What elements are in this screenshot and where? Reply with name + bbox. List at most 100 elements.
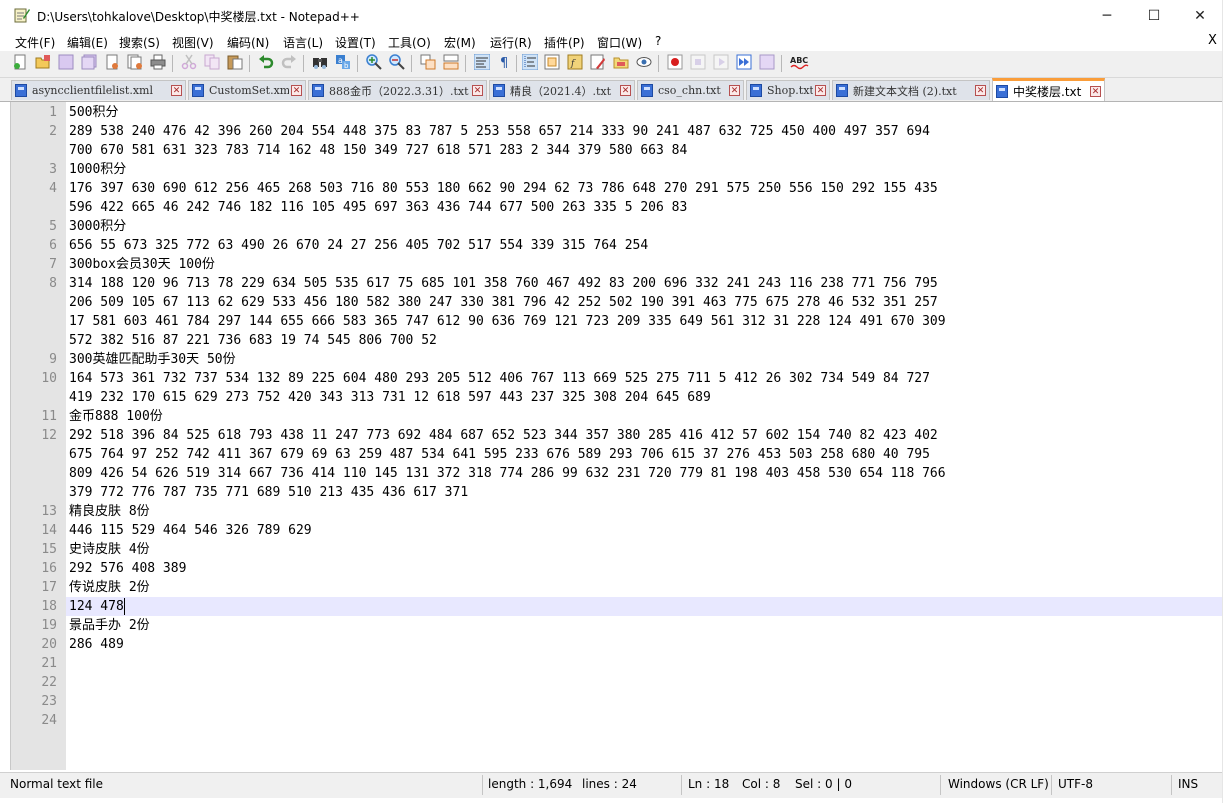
save-macro-icon[interactable] <box>759 54 775 70</box>
word-wrap-icon[interactable] <box>474 54 490 70</box>
text-line[interactable]: 289 538 240 476 42 396 260 204 554 448 3… <box>69 122 930 141</box>
menu-view[interactable]: 视图(V) <box>172 34 214 51</box>
menu-tools[interactable]: 工具(O) <box>388 34 431 51</box>
text-line[interactable]: 景品手办 2份 <box>69 616 150 635</box>
line-number[interactable]: 5 <box>12 217 57 236</box>
spell-check-icon[interactable]: ABC <box>789 54 809 70</box>
line-number[interactable]: 15 <box>12 540 57 559</box>
open-file-icon[interactable] <box>35 54 51 70</box>
menu-language[interactable]: 语言(L) <box>283 34 323 51</box>
maximize-button[interactable]: ☐ <box>1131 0 1177 31</box>
line-number[interactable]: 20 <box>12 635 57 654</box>
replace-icon[interactable]: ab <box>335 54 351 70</box>
text-line[interactable]: 500积分 <box>69 103 118 122</box>
play-macro-icon[interactable] <box>713 54 729 70</box>
minimize-button[interactable]: ─ <box>1084 0 1130 31</box>
line-number[interactable]: 3 <box>12 160 57 179</box>
text-line[interactable]: 164 573 361 732 737 534 132 89 225 604 4… <box>69 369 930 388</box>
line-number[interactable]: 14 <box>12 521 57 540</box>
line-number[interactable]: 4 <box>12 179 57 198</box>
menu-settings[interactable]: 设置(T) <box>335 34 376 51</box>
text-line[interactable]: 446 115 529 464 546 326 789 629 <box>69 521 312 540</box>
line-number[interactable]: 11 <box>12 407 57 426</box>
menu-edit[interactable]: 编辑(E) <box>67 34 108 51</box>
tab-zhongjiang-louceng[interactable]: 中奖楼层.txt ✕ <box>992 78 1105 101</box>
text-line[interactable]: 精良皮肤 8份 <box>69 502 150 521</box>
text-line[interactable]: 292 576 408 389 <box>69 559 186 578</box>
sync-vertical-icon[interactable] <box>420 54 436 70</box>
line-number[interactable]: 21 <box>12 654 57 673</box>
paste-icon[interactable] <box>227 54 243 70</box>
text-line[interactable]: 176 397 630 690 612 256 465 268 503 716 … <box>69 179 938 198</box>
text-line[interactable]: 314 188 120 96 713 78 229 634 505 535 61… <box>69 274 938 293</box>
menu-window[interactable]: 窗口(W) <box>597 34 642 51</box>
line-number[interactable]: 18 <box>12 597 57 616</box>
monitor-icon[interactable] <box>636 54 652 70</box>
record-macro-icon[interactable] <box>667 54 683 70</box>
text-line[interactable]: 300英雄匹配助手30天 50份 <box>69 350 236 369</box>
text-line-wrapped[interactable]: 675 764 97 252 742 411 367 679 69 63 259… <box>69 445 930 464</box>
text-line-wrapped[interactable]: 379 772 776 787 735 771 689 510 213 435 … <box>69 483 468 502</box>
line-number[interactable]: 12 <box>12 426 57 445</box>
stop-record-icon[interactable] <box>690 54 706 70</box>
text-line[interactable]: 124 478 <box>69 597 124 616</box>
text-line[interactable]: 292 518 396 84 525 618 793 438 11 247 77… <box>69 426 938 445</box>
text-line[interactable]: 金币888 100份 <box>69 407 163 426</box>
tab-cso-chn[interactable]: cso_chn.txt ✕ <box>637 80 744 100</box>
text-line[interactable]: 3000积分 <box>69 217 126 236</box>
line-number[interactable]: 17 <box>12 578 57 597</box>
status-encoding[interactable]: UTF-8 <box>1058 777 1093 791</box>
tab-customset[interactable]: CustomSet.xml ✕ <box>188 80 306 100</box>
tab-close-icon[interactable]: ✕ <box>1090 85 1101 97</box>
status-insert-mode[interactable]: INS <box>1178 777 1198 791</box>
text-line-wrapped[interactable]: 596 422 665 46 242 746 182 116 105 495 6… <box>69 198 687 217</box>
text-line-wrapped[interactable]: 206 509 105 67 113 62 629 533 456 180 58… <box>69 293 938 312</box>
tab-close-icon[interactable]: ✕ <box>291 85 302 96</box>
tab-close-icon[interactable]: ✕ <box>620 85 631 96</box>
line-number[interactable]: 6 <box>12 236 57 255</box>
redo-icon[interactable] <box>281 54 297 70</box>
zoom-out-icon[interactable] <box>389 54 405 70</box>
text-area[interactable]: 500积分 289 538 240 476 42 396 260 204 554 … <box>66 102 1223 770</box>
tab-jingliang[interactable]: 精良（2021.4）.txt ✕ <box>489 80 635 100</box>
line-number[interactable]: 7 <box>12 255 57 274</box>
function-list-icon[interactable]: f <box>567 54 583 70</box>
indent-guide-icon[interactable] <box>522 54 538 70</box>
text-line[interactable]: 1000积分 <box>69 160 126 179</box>
text-line[interactable]: 300box会员30天 100份 <box>69 255 215 274</box>
text-line[interactable]: 286 489 <box>69 635 124 654</box>
close-window-button[interactable]: ✕ <box>1177 0 1223 31</box>
tab-close-icon[interactable]: ✕ <box>472 85 483 96</box>
tab-close-icon[interactable]: ✕ <box>815 85 826 96</box>
cut-icon[interactable] <box>181 54 197 70</box>
undo-icon[interactable] <box>258 54 274 70</box>
new-file-icon[interactable] <box>12 54 28 70</box>
line-number[interactable]: 8 <box>12 274 57 293</box>
menu-encoding[interactable]: 编码(N) <box>227 34 269 51</box>
text-line-wrapped[interactable]: 17 581 603 461 784 297 144 655 666 583 3… <box>69 312 946 331</box>
save-all-icon[interactable] <box>81 54 97 70</box>
text-line[interactable]: 传说皮肤 2份 <box>69 578 150 597</box>
menu-help[interactable]: ? <box>655 34 661 48</box>
menu-search[interactable]: 搜索(S) <box>119 34 160 51</box>
folder-workspace-icon[interactable] <box>590 54 606 70</box>
folder-icon[interactable] <box>613 54 629 70</box>
save-icon[interactable] <box>58 54 74 70</box>
tab-close-icon[interactable]: ✕ <box>729 85 740 96</box>
sync-horizontal-icon[interactable] <box>443 54 459 70</box>
line-number[interactable]: 24 <box>12 711 57 730</box>
line-number[interactable]: 23 <box>12 692 57 711</box>
tab-888-gold[interactable]: 888金币（2022.3.31）.txt ✕ <box>308 80 487 100</box>
find-icon[interactable] <box>312 54 328 70</box>
tab-close-icon[interactable]: ✕ <box>975 85 986 96</box>
zoom-in-icon[interactable] <box>366 54 382 70</box>
tab-close-icon[interactable]: ✕ <box>171 85 182 96</box>
show-all-chars-icon[interactable]: ¶ <box>497 54 513 70</box>
line-number[interactable]: 9 <box>12 350 57 369</box>
status-eol[interactable]: Windows (CR LF) <box>948 777 1049 791</box>
tab-new-text-doc[interactable]: 新建文本文档 (2).txt ✕ <box>832 80 990 100</box>
menu-run[interactable]: 运行(R) <box>490 34 532 51</box>
line-number[interactable]: 16 <box>12 559 57 578</box>
text-line[interactable]: 史诗皮肤 4份 <box>69 540 150 559</box>
line-number[interactable]: 1 <box>12 103 57 122</box>
